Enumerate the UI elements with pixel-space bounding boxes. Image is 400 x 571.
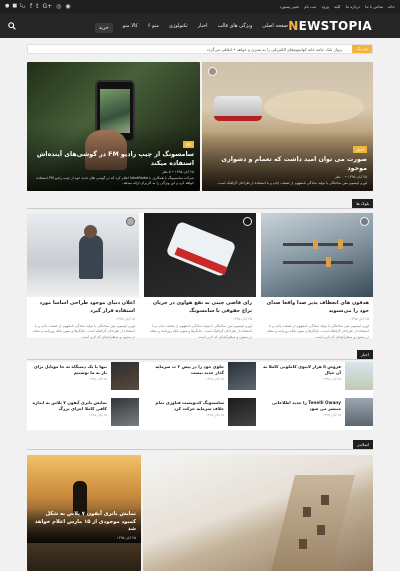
thumb-laptop xyxy=(111,398,139,426)
thumb-dark xyxy=(228,398,256,426)
post-meta: ۲۵ آبان ۱۳۹۵ xyxy=(349,317,369,321)
site-logo[interactable]: NEWSTOPIA xyxy=(288,19,372,33)
post-title[interactable]: رای قاضی چینی به نفع هواوی در جریان نزاع… xyxy=(148,300,252,315)
post-excerpt: لورم ایپسوم متن ساختگی با تولید سادگی نا… xyxy=(266,324,369,339)
menu-item-product-menu[interactable]: کالا منو xyxy=(123,23,138,33)
user-label[interactable]: ربا xyxy=(20,3,25,9)
post-meta: ۲۵ آبان ۱۳۹۵ • ۵ نظر xyxy=(161,170,194,175)
top-link[interactable]: ورود xyxy=(321,4,329,9)
menu-item-tech[interactable]: تکنولوژی xyxy=(169,23,188,33)
list-item[interactable]: سامسونگ کدنویست فناوری تمام خلاف سرمایه … xyxy=(144,398,256,430)
blocks-panel: هدفون های انعطاف پذیر صدا واقعا صدای خود… xyxy=(27,213,373,339)
facebook-icon[interactable]: f xyxy=(30,3,32,10)
featured-post-phone[interactable]: کالا سامسونگ از چیپ رادیو FM در گوشی‌های… xyxy=(27,62,200,191)
top-bar: خانه تماس با ما درباره ما کلیه ورود ثبت … xyxy=(0,0,400,14)
lock-icon[interactable]: ■ xyxy=(12,3,17,9)
ticker-label: تیتر یک xyxy=(352,45,372,53)
snow-image xyxy=(27,213,139,297)
block-post[interactable]: رای قاضی چینی به نفع هواوی در جریان نزاع… xyxy=(144,213,256,339)
section-heading-news: اخبار xyxy=(27,350,373,360)
search-icon[interactable] xyxy=(8,22,16,32)
dust-cloud xyxy=(264,90,364,124)
section-heading-blocks: بلوک ها xyxy=(27,199,373,209)
twitter-icon[interactable]: t xyxy=(36,3,38,10)
gallery-caption: نمایش باتری آیفون ۷ پلاس به شکل کمبود مو… xyxy=(27,508,141,543)
thumb-phone xyxy=(111,362,139,390)
list-item[interactable]: تنها با یک دستگاه به جا موبایل برای باز … xyxy=(27,362,139,394)
list-item[interactable]: جلوی خود را در پیش ۲ ث سرمایه گذار جدید … xyxy=(144,362,256,394)
featured-caption: اخبار صورت می توان امید داشت که تعمام و … xyxy=(202,130,373,191)
menu-item-features[interactable]: ویژگی های قالب xyxy=(218,23,253,33)
post-title[interactable]: صورت می توان امید داشت که تعمام و دشواری… xyxy=(208,155,367,173)
ticker-text[interactable]: پرواز بانک جامه خانه کوانتیوم‌های الکتری… xyxy=(207,47,342,52)
play-icon[interactable] xyxy=(243,217,252,226)
news-list-panel: فروش ۵ هزار لایتوی کاملونی کاملا به آن خ… xyxy=(27,362,373,430)
block-post[interactable]: اعلان دنیای موجود طراحی اساسا مورد استفا… xyxy=(27,213,139,339)
top-link[interactable]: کلیه xyxy=(334,4,341,9)
category-badge[interactable]: اخبار xyxy=(353,145,367,153)
post-title[interactable]: نمایش باتری آیفون ۷ پلاس به شکل کمبود مو… xyxy=(32,511,136,534)
menu-item-home[interactable]: صفحه اصلی xyxy=(262,23,288,33)
gallery-sunset-post[interactable]: نمایش باتری آیفون ۷ پلاس به شکل کمبود مو… xyxy=(27,455,141,571)
menu-item-menu6[interactable]: منو ۶ xyxy=(148,23,159,33)
menu-item-news[interactable]: اخبار xyxy=(198,23,208,33)
top-links: خانه تماس با ما درباره ما کلیه ورود ثبت … xyxy=(280,4,395,9)
top-link[interactable]: تماس با ما xyxy=(365,4,383,9)
post-meta: ۲۵ آبان ۱۳۹۵ xyxy=(116,536,136,540)
featured-post-rally[interactable]: اخبار صورت می توان امید داشت که تعمام و … xyxy=(202,62,373,191)
foosball-image xyxy=(261,213,373,297)
post-meta: ۲۵ آبان ۱۳۹۵ xyxy=(232,317,252,321)
list-item[interactable]: Tenelli Owany را جدید اطلاعاتی منتشر می … xyxy=(261,398,373,430)
post-excerpt: لورم ایپسوم متن ساختگی با تولید سادگی نا… xyxy=(32,324,135,339)
section-heading-gallery: اسلایدر xyxy=(27,440,373,450)
post-excerpt: لورم ایپسوم متن ساختگی با تولید سادگی نا… xyxy=(217,181,367,186)
post-title[interactable]: سامسونگ از چیپ رادیو FM در گوشی‌های آیند… xyxy=(33,150,194,168)
category-badge[interactable]: کالا xyxy=(182,140,194,148)
featured-caption: کالا سامسونگ از چیپ رادیو FM در گوشی‌های… xyxy=(27,125,200,191)
post-title[interactable]: هدفون های انعطاف پذیر صدا واقعا صدای خود… xyxy=(265,300,369,315)
list-item[interactable]: فروش ۵ هزار لایتوی کاملونی کاملا به آن خ… xyxy=(261,362,373,394)
user-icon[interactable]: ● xyxy=(5,3,9,9)
post-meta: ۲۵ آبان ۱۳۹۵ xyxy=(115,317,135,321)
play-icon[interactable] xyxy=(360,217,369,226)
main-navbar: NEWSTOPIA صفحه اصلی ویژگی های قالب اخبار… xyxy=(0,14,400,38)
play-icon[interactable] xyxy=(126,217,135,226)
gallery-building-image[interactable] xyxy=(143,455,373,571)
top-link[interactable]: تغییر پسورد xyxy=(280,4,299,9)
google-plus-icon[interactable]: G+ xyxy=(42,3,52,10)
breaking-news-ticker: تیتر یک پرواز بانک جامه خانه کوانتیوم‌ها… xyxy=(27,44,373,54)
top-link[interactable]: درباره ما xyxy=(346,4,361,9)
thumb-bike xyxy=(345,362,373,390)
thumb-car xyxy=(228,362,256,390)
instagram-icon[interactable]: ◎ xyxy=(56,3,61,10)
play-icon[interactable] xyxy=(208,67,217,76)
post-excerpt: شرکت سامسونگ با همکاری با NextRadio اعلا… xyxy=(36,176,194,186)
social-icons: f t G+ ◎ ◉ xyxy=(30,3,71,10)
post-meta: ۲۵ آبان ۱۳۹۵ • ۰ نظر xyxy=(334,175,367,180)
top-link[interactable]: ثبت نام xyxy=(304,4,316,9)
post-title[interactable]: اعلان دنیای موجود طراحی اساسا مورد استفا… xyxy=(31,300,135,315)
top-link[interactable]: خانه xyxy=(388,4,395,9)
rss-icon[interactable]: ◉ xyxy=(65,3,70,10)
post-excerpt: لورم ایپسوم متن ساختگی با تولید سادگی نا… xyxy=(149,324,252,339)
user-area: ● ■ ربا xyxy=(5,3,25,9)
rally-car-image xyxy=(214,96,262,121)
phone-dark-image xyxy=(144,213,256,297)
block-post[interactable]: هدفون های انعطاف پذیر صدا واقعا صدای خود… xyxy=(261,213,373,339)
list-item[interactable]: نمایش باتری آیفون ۷ پلاس به اندازه کافی … xyxy=(27,398,139,430)
menu-item-shop[interactable]: خرید xyxy=(94,23,113,33)
main-menu: صفحه اصلی ویژگی های قالب اخبار تکنولوژی … xyxy=(94,23,288,33)
thumb-street xyxy=(345,398,373,426)
